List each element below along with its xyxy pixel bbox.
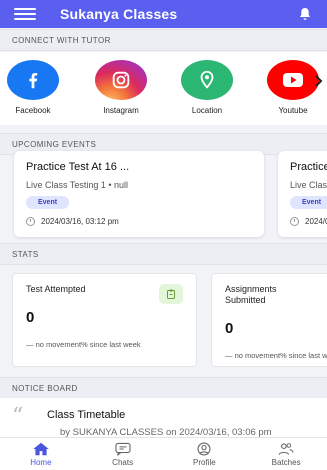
youtube-icon	[267, 60, 319, 100]
nav-home-label: Home	[30, 457, 52, 467]
nav-batches-label: Batches	[271, 457, 301, 467]
event-datetime-row: 2024/03/16, 03:12 pm	[290, 217, 327, 226]
event-subtitle: Live Class Testing 1 • null	[290, 180, 327, 190]
event-datetime: 2024/03/16, 03:12 pm	[305, 217, 327, 226]
menu-icon[interactable]	[14, 8, 36, 20]
stats-carousel[interactable]: Test Attempted 0 — no movement% since la…	[0, 265, 327, 375]
notice-title: Class Timetable	[47, 409, 126, 421]
location-link[interactable]: Location	[177, 60, 237, 115]
event-badge: Event	[26, 196, 70, 209]
bell-icon[interactable]	[297, 6, 313, 22]
stat-meta: — no movement% since last week	[225, 351, 327, 360]
clipboard-icon	[159, 284, 183, 304]
nav-batches[interactable]: Batches	[245, 438, 327, 470]
chat-icon	[115, 442, 131, 456]
batches-icon	[278, 442, 294, 455]
quote-icon: “	[12, 404, 24, 429]
facebook-icon	[7, 60, 59, 100]
notice-item[interactable]: “ Class Timetable by SUKANYA CLASSES on …	[0, 398, 327, 438]
nav-home[interactable]: Home	[0, 438, 82, 470]
instagram-link[interactable]: Instagram	[91, 60, 151, 115]
event-title: Practice Test At 16 ...	[26, 161, 130, 173]
event-datetime: 2024/03/16, 03:12 pm	[41, 217, 119, 226]
stat-value: 0	[26, 309, 35, 326]
app-title: Sukanya Classes	[60, 6, 178, 22]
chevron-right-icon[interactable]	[314, 74, 324, 88]
nav-chats-label: Chats	[112, 457, 134, 467]
home-icon	[33, 442, 49, 455]
facebook-link[interactable]: Facebook	[3, 60, 63, 115]
stat-card-tests[interactable]: Test Attempted 0 — no movement% since la…	[12, 273, 197, 367]
bottom-nav: Home Chats Profile Batches	[0, 437, 327, 470]
clock-icon	[26, 217, 35, 226]
facebook-label: Facebook	[15, 106, 51, 115]
profile-icon	[197, 441, 211, 456]
event-card[interactable]: Practice Test At 16 ... Live Class Testi…	[278, 151, 327, 237]
stat-meta: — no movement% since last week	[26, 340, 141, 349]
notice-header: NOTICE BOARD	[0, 377, 327, 399]
app-bar: Sukanya Classes	[0, 0, 327, 28]
location-label: Location	[191, 106, 223, 115]
events-carousel[interactable]: Practice Test At 16 ... Live Class Testi…	[0, 145, 327, 245]
instagram-icon	[95, 60, 147, 100]
clock-icon	[290, 217, 299, 226]
stats-header: STATS	[0, 243, 327, 265]
event-title: Practice Test At 16 ...	[290, 161, 327, 173]
instagram-label: Instagram	[103, 106, 139, 115]
nav-chats[interactable]: Chats	[82, 438, 164, 470]
event-card[interactable]: Practice Test At 16 ... Live Class Testi…	[14, 151, 264, 237]
connect-row[interactable]: Facebook Instagram Location Youtube	[0, 52, 327, 125]
stat-title: Test Attempted	[26, 284, 86, 294]
event-subtitle: Live Class Testing 1 • null	[26, 180, 129, 190]
connect-header: CONNECT WITH TUTOR	[0, 29, 327, 51]
nav-profile-label: Profile	[193, 457, 216, 467]
nav-profile[interactable]: Profile	[164, 438, 246, 470]
location-icon	[181, 60, 233, 100]
stat-card-assignments[interactable]: Assignments Submitted 0 — no movement% s…	[211, 273, 327, 367]
youtube-label: Youtube	[278, 106, 308, 115]
stat-value: 0	[225, 320, 234, 337]
event-datetime-row: 2024/03/16, 03:12 pm	[26, 217, 252, 226]
event-badge: Event	[290, 196, 327, 209]
stat-title: Assignments Submitted	[225, 284, 277, 305]
